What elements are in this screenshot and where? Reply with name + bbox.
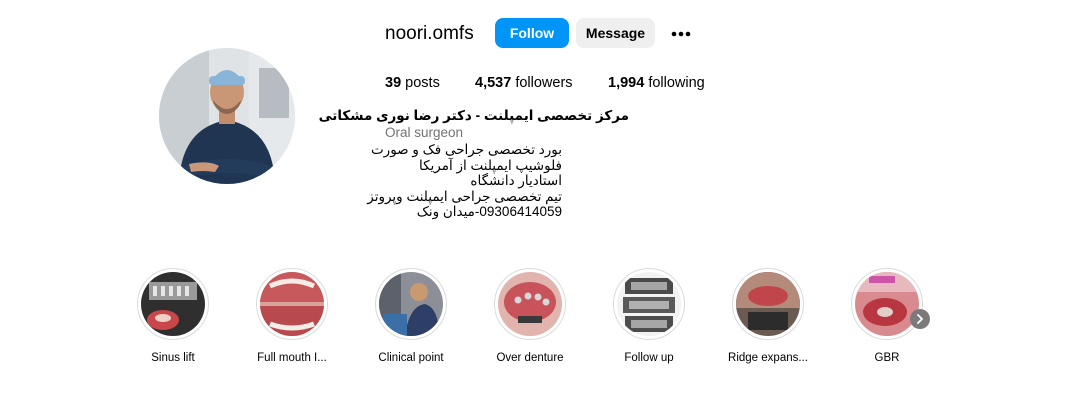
- follow-button[interactable]: Follow: [495, 18, 569, 48]
- profile-full-name: مرکز تخصصی ایمپلنت - دکتر رضا نوری مشکات…: [318, 108, 629, 123]
- followers-label: followers: [515, 75, 573, 91]
- highlight-cover: [732, 268, 804, 340]
- highlight-thumbnail: [260, 272, 324, 336]
- highlight-thumbnail: [736, 272, 800, 336]
- profile-bio: بورد تخصصی جراحی فک و صورت فلوشیپ ایمپلن…: [367, 142, 562, 220]
- posts-count: 39: [385, 75, 402, 91]
- chevron-right-icon: [917, 314, 923, 324]
- highlight-cover: [494, 268, 566, 340]
- highlight-cover: [137, 268, 209, 340]
- followers-stat[interactable]: 4,537 followers: [475, 74, 573, 92]
- highlights-next-button[interactable]: [910, 309, 930, 329]
- bio-line: 09306414059-میدان ونک: [416, 204, 562, 219]
- highlight-thumbnail: [617, 272, 681, 336]
- bio-line: بورد تخصصی جراحی فک و صورت: [370, 142, 562, 157]
- bio-line: استادیار دانشگاه: [470, 173, 562, 188]
- highlight-thumbnail: [141, 272, 205, 336]
- username: noori.omfs: [385, 23, 474, 44]
- highlight-label: Over denture: [496, 352, 564, 364]
- message-button[interactable]: Message: [576, 18, 655, 48]
- highlight-cover: [375, 268, 447, 340]
- profile-category: Oral surgeon: [385, 125, 464, 140]
- more-dots-icon: [671, 31, 691, 37]
- following-label: following: [648, 75, 705, 91]
- more-options-button[interactable]: [669, 22, 693, 46]
- highlight-label: GBR: [874, 352, 900, 364]
- avatar-image: [159, 48, 295, 184]
- highlight-clinical-point[interactable]: Clinical point: [356, 268, 466, 364]
- highlight-label: Sinus lift: [151, 352, 195, 364]
- highlight-thumbnail: [498, 272, 562, 336]
- highlight-follow-up[interactable]: Follow up: [594, 268, 704, 364]
- highlight-label: Follow up: [624, 352, 674, 364]
- highlight-full-mouth[interactable]: Full mouth I...: [237, 268, 347, 364]
- highlight-cover: [256, 268, 328, 340]
- highlight-ridge-expansion[interactable]: Ridge expans...: [713, 268, 823, 364]
- highlight-thumbnail: [855, 272, 919, 336]
- bio-line: تیم تخصصی جراحی ایمپلنت وپروتز: [367, 188, 562, 204]
- highlight-label: Full mouth I...: [257, 352, 327, 364]
- following-count: 1,994: [608, 75, 645, 91]
- posts-label: posts: [405, 75, 440, 91]
- followers-count: 4,537: [475, 75, 512, 91]
- highlight-over-denture[interactable]: Over denture: [475, 268, 585, 364]
- highlight-thumbnail: [379, 272, 443, 336]
- highlight-cover: [613, 268, 685, 340]
- following-stat[interactable]: 1,994 following: [608, 74, 705, 92]
- highlight-cover: [851, 268, 923, 340]
- profile-avatar[interactable]: [159, 48, 295, 184]
- highlight-sinus-lift[interactable]: Sinus lift: [118, 268, 228, 364]
- posts-stat: 39 posts: [385, 74, 440, 92]
- highlight-label: Clinical point: [378, 352, 444, 364]
- highlight-label: Ridge expans...: [728, 352, 808, 364]
- bio-line: فلوشیپ ایمپلنت از آمریکا: [418, 157, 562, 173]
